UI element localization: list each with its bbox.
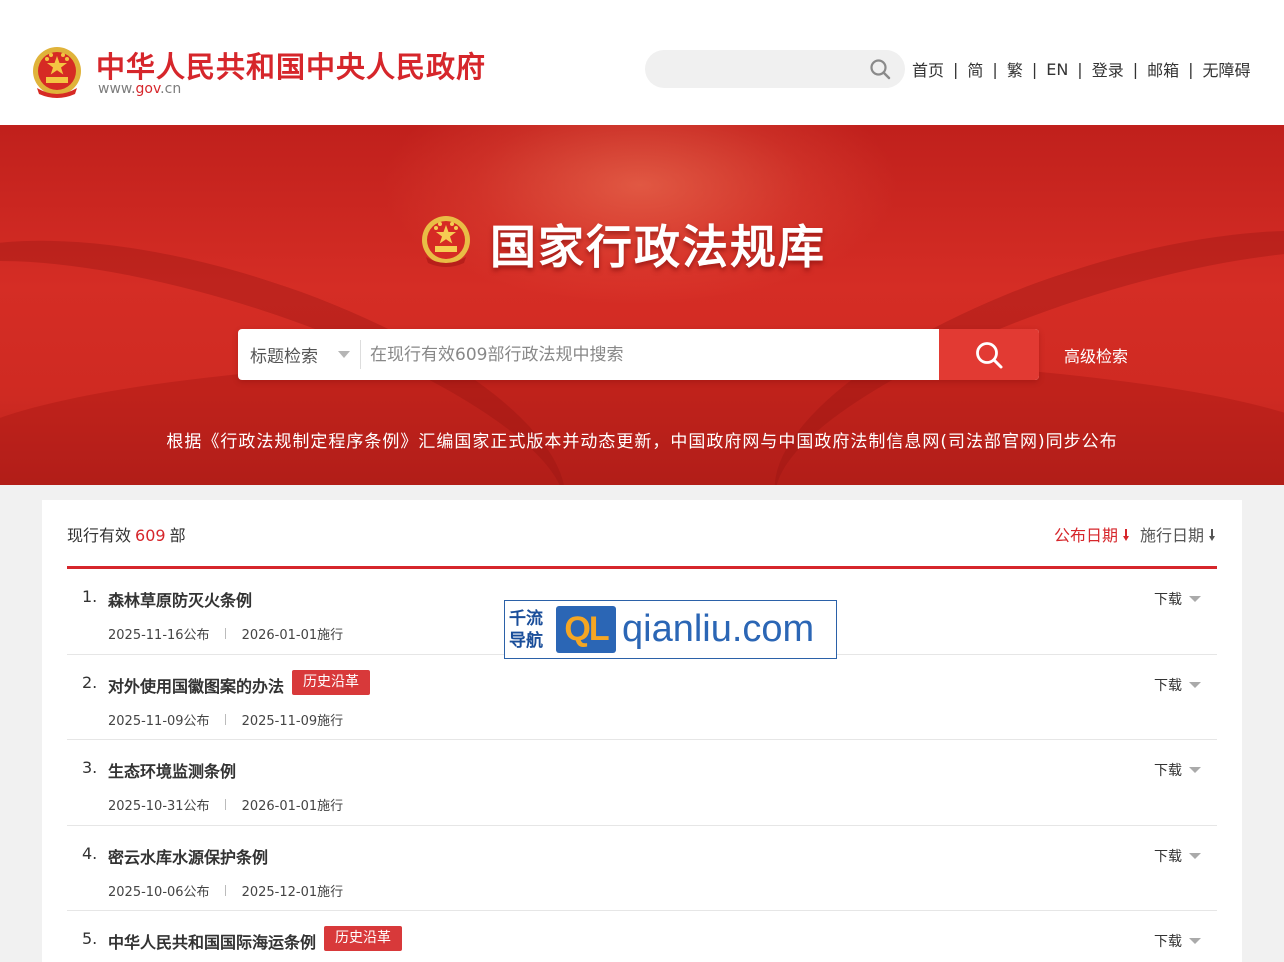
chevron-down-icon <box>1189 852 1201 859</box>
result-count: 现行有效 609 部 <box>67 526 186 545</box>
search-type-label: 标题检索 <box>250 347 318 367</box>
effective-date: 2025-12-01施行 <box>241 884 344 900</box>
watermark-text: 千流 导航 <box>509 608 543 651</box>
law-title-link[interactable]: 密云水库水源保护条例 <box>108 844 268 868</box>
national-emblem-icon[interactable] <box>31 44 83 100</box>
sort-by-effective-date[interactable]: 施行日期 <box>1140 522 1216 546</box>
search-type-select[interactable]: 标题检索 <box>238 329 360 380</box>
effective-date: 2025-11-09施行 <box>241 713 344 729</box>
advanced-search-link[interactable]: 高级检索 <box>1064 343 1128 367</box>
item-index: 5. <box>82 929 98 948</box>
top-navigation: 首页 | 简 | 繁 | EN | 登录 | 邮箱 | 无障碍 <box>912 57 1251 81</box>
item-index: 3. <box>82 758 98 777</box>
chevron-down-icon <box>1189 938 1201 944</box>
nav-separator: | <box>953 59 959 79</box>
results-panel: 现行有效 609 部 公布日期 施行日期 1. 森林草原防灭火条例 2025-11-… <box>42 500 1242 962</box>
item-index: 1. <box>82 587 98 606</box>
download-button[interactable]: 下载 <box>1154 846 1201 866</box>
nav-english[interactable]: EN <box>1046 60 1068 79</box>
law-title-link[interactable]: 森林草原防灭火条例 <box>108 587 252 611</box>
site-title[interactable]: 中华人民共和国中央人民政府 <box>96 44 486 86</box>
chevron-down-icon <box>1189 681 1201 688</box>
sort-by-publish-date[interactable]: 公布日期 <box>1054 522 1130 546</box>
search-button[interactable] <box>939 329 1039 380</box>
watermark-domain: qianliu.com <box>622 608 815 650</box>
site-header: 中华人民共和国中央人民政府 www.gov.cn 首页 | 简 | 繁 | EN… <box>0 0 1284 125</box>
law-search-box: 标题检索 <box>238 329 1039 380</box>
nav-traditional[interactable]: 繁 <box>1007 57 1023 81</box>
list-item: 5. 中华人民共和国国际海运条例 历史沿革 下载 <box>67 911 1217 962</box>
banner-description: 根据《行政法规制定程序条例》汇编国家正式版本并动态更新，中国政府网与中国政府法制… <box>166 432 1118 452</box>
law-search-input[interactable] <box>370 329 930 380</box>
publish-date: 2025-10-31公布 <box>108 799 210 814</box>
header-search-box[interactable] <box>645 50 905 88</box>
download-button[interactable]: 下载 <box>1154 675 1201 695</box>
nav-mailbox[interactable]: 邮箱 <box>1147 57 1179 81</box>
chevron-down-icon <box>1189 596 1201 602</box>
item-index: 2. <box>82 672 98 692</box>
site-url: www.gov.cn <box>98 81 182 97</box>
hero-banner: 国家行政法规库 标题检索 高级检索 根据《行政法规制定程序条例》汇编国家正式版本… <box>0 125 1284 485</box>
nav-accessibility[interactable]: 无障碍 <box>1203 57 1251 81</box>
publish-date: 2025-11-09公布 <box>108 713 210 729</box>
nav-separator: | <box>1031 59 1038 79</box>
download-button[interactable]: 下载 <box>1154 589 1201 609</box>
list-item: 2. 对外使用国徽图案的办法 历史沿革 2025-11-09公布 2025-11-… <box>67 655 1217 740</box>
search-icon[interactable] <box>868 57 892 81</box>
sort-arrow-icon <box>1208 526 1216 542</box>
nav-separator: | <box>1188 59 1194 79</box>
list-item: 3. 生态环境监测条例 2025-10-31公布 2026-01-01施行 下载 <box>67 740 1217 826</box>
download-button[interactable]: 下载 <box>1154 931 1201 951</box>
header-search-input[interactable] <box>663 50 863 88</box>
history-tag[interactable]: 历史沿革 <box>324 926 402 951</box>
chevron-down-icon <box>338 351 350 358</box>
history-tag[interactable]: 历史沿革 <box>292 669 370 695</box>
search-icon <box>976 342 1003 369</box>
divider <box>360 340 361 369</box>
watermark-badge: QL <box>556 606 616 653</box>
law-title-link[interactable]: 中华人民共和国国际海运条例 <box>108 929 316 953</box>
page-title: 国家行政法规库 <box>490 220 826 274</box>
publish-date: 2025-11-16公布 <box>108 628 210 643</box>
list-item: 4. 密云水库水源保护条例 2025-10-06公布 2025-12-01施行 下… <box>67 826 1217 911</box>
nav-simplified[interactable]: 简 <box>967 57 983 81</box>
item-dates: 2025-11-16公布 2026-01-01施行 <box>108 624 343 643</box>
effective-date: 2026-01-01施行 <box>241 628 344 643</box>
nav-separator: | <box>1077 59 1083 79</box>
nav-separator: | <box>992 59 998 79</box>
effective-date: 2026-01-01施行 <box>241 799 344 814</box>
sort-arrow-icon <box>1122 526 1130 542</box>
count-value: 609 <box>135 526 166 545</box>
law-title-link[interactable]: 生态环境监测条例 <box>108 758 236 782</box>
download-button[interactable]: 下载 <box>1154 760 1201 780</box>
item-dates: 2025-10-06公布 2025-12-01施行 <box>108 881 343 900</box>
nav-separator: | <box>1132 59 1139 79</box>
item-dates: 2025-11-09公布 2025-11-09施行 <box>108 710 343 729</box>
item-index: 4. <box>82 843 98 863</box>
chevron-down-icon <box>1189 767 1201 773</box>
sort-controls: 公布日期 施行日期 <box>1044 522 1216 546</box>
nav-login[interactable]: 登录 <box>1092 57 1124 81</box>
national-emblem-icon <box>422 216 470 267</box>
watermark-logo: 千流 导航 QL qianliu.com <box>504 600 837 659</box>
law-title-link[interactable]: 对外使用国徽图案的办法 <box>108 673 284 697</box>
publish-date: 2025-10-06公布 <box>108 884 210 900</box>
item-dates: 2025-10-31公布 2026-01-01施行 <box>108 795 343 814</box>
nav-home[interactable]: 首页 <box>912 57 944 81</box>
